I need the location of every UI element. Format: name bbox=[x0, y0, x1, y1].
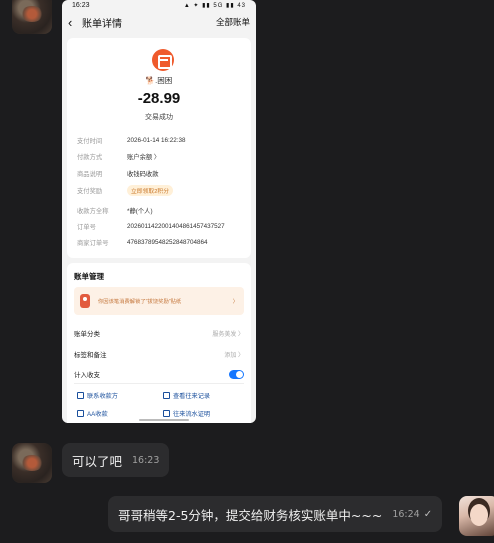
detail-key: 订单号 bbox=[77, 223, 96, 231]
contact-payee-action: 联系收款方 bbox=[77, 391, 118, 400]
detail-value: 2026-01-14 16:22:38 bbox=[127, 136, 186, 144]
count-in-budget-row: 计入收支 bbox=[74, 368, 244, 380]
detail-row: 支付时间 2026-01-14 16:22:38 bbox=[77, 135, 245, 145]
count-in-budget-toggle bbox=[229, 369, 244, 379]
row-value: 服务美发 〉 bbox=[212, 331, 244, 338]
transaction-card: 🐕.困困 -28.99 交易成功 支付时间 2026-01-14 16:22:3… bbox=[67, 38, 251, 258]
detail-value: 收钱码收款 bbox=[127, 170, 159, 178]
document-icon bbox=[163, 410, 170, 417]
status-icons: ▲ ✦ ▮▮ 5G ▮▮ 43 bbox=[183, 2, 246, 9]
action-label: 联系收款方 bbox=[87, 393, 118, 400]
message-text: 哥哥稍等2-5分钟，提交给财务核实账单中~~~ bbox=[118, 507, 383, 523]
all-bills-link: 全部账单 bbox=[215, 17, 250, 27]
detail-row: 订单号 20260114220014048614574375​27 bbox=[77, 221, 245, 231]
detail-row: 付款方式 账户余额 〉 bbox=[77, 151, 245, 161]
phone-nav-bar: ‹ 账单详情 全部账单 bbox=[62, 10, 256, 34]
detail-row: 商家订单号 4768378954825284870486​4 bbox=[77, 237, 245, 247]
action-label: 查看往来记录 bbox=[173, 393, 211, 400]
detail-row: 收款方全称 *静(个人) bbox=[77, 205, 245, 215]
sticker-banner: 你因该笔消费解锁了"拔饶奖励"贴纸 〉 bbox=[74, 287, 244, 315]
merchant-logo-icon bbox=[152, 49, 174, 71]
detail-row: 支付奖励 立即领取2积分 bbox=[77, 184, 245, 196]
chevron-right-icon: 〉 bbox=[232, 299, 238, 305]
transaction-status: 交易成功 bbox=[145, 114, 173, 121]
detail-row: 商品说明 收钱码收款 bbox=[77, 168, 245, 178]
action-label: AA收款 bbox=[87, 411, 108, 418]
transaction-amount: -28.99 bbox=[137, 90, 181, 107]
tags-notes-row: 标签和备注 添加 〉 bbox=[74, 348, 244, 360]
detail-key: 付款方式 bbox=[77, 153, 103, 161]
bill-management-title: 账单管理 bbox=[74, 272, 104, 281]
statement-proof-action: 往来流水证明 bbox=[163, 409, 210, 418]
home-indicator bbox=[139, 419, 189, 421]
banner-text: 你因该笔消费解锁了"拔饶奖励"贴纸 bbox=[98, 299, 182, 305]
outgoing-message-bubble[interactable]: 哥哥稍等2-5分钟，提交给财务核实账单中~~~ 16:24 ✓ bbox=[108, 496, 443, 532]
message-time: 16:23 bbox=[132, 454, 160, 466]
bill-management-card: 账单管理 你因该笔消费解锁了"拔饶奖励"贴纸 〉 账单分类 服务美发 〉 标签和… bbox=[67, 263, 251, 423]
aa-icon bbox=[77, 410, 84, 417]
incoming-message-bubble[interactable]: 可以了吧 16:23 bbox=[62, 443, 170, 477]
gift-icon bbox=[80, 294, 90, 308]
image-message[interactable]: 16:23 ▲ ✦ ▮▮ 5G ▮▮ 43 ‹ 账单详情 全部账单 🐕.困困 -… bbox=[62, 0, 256, 423]
detail-value: 4768378954825284870486​4 bbox=[127, 238, 208, 246]
phone-status-bar: 16:23 ▲ ✦ ▮▮ 5G ▮▮ 43 bbox=[62, 0, 256, 10]
detail-key: 支付时间 bbox=[77, 137, 103, 145]
detail-value: 20260114220014048614574375​27 bbox=[127, 222, 225, 230]
detail-value: *静(个人) bbox=[127, 207, 153, 215]
status-time: 16:23 bbox=[72, 1, 90, 9]
message-time: 16:24 bbox=[392, 508, 420, 520]
row-label: 计入收支 bbox=[74, 372, 100, 379]
view-history-action: 查看往来记录 bbox=[163, 391, 210, 400]
detail-key: 收款方全称 bbox=[77, 207, 109, 215]
back-arrow-icon: ‹ bbox=[68, 14, 73, 30]
my-avatar[interactable] bbox=[459, 496, 494, 536]
bill-category-row: 账单分类 服务美发 〉 bbox=[74, 327, 244, 339]
detail-value: 账户余额 〉 bbox=[127, 153, 161, 161]
bill-detail-title: 账单详情 bbox=[82, 18, 122, 30]
message-text: 可以了吧 bbox=[72, 453, 123, 469]
row-label: 账单分类 bbox=[74, 331, 100, 338]
history-icon bbox=[163, 392, 170, 399]
contact-icon bbox=[77, 392, 84, 399]
detail-key: 商家订单号 bbox=[77, 239, 109, 247]
divider bbox=[74, 383, 244, 384]
sender-avatar[interactable] bbox=[12, 443, 52, 483]
row-value: 添加 〉 bbox=[224, 352, 244, 359]
sender-avatar[interactable] bbox=[12, 0, 52, 34]
detail-key: 商品说明 bbox=[77, 170, 103, 178]
merchant-name: 🐕.困困 bbox=[145, 76, 173, 85]
detail-key: 支付奖励 bbox=[77, 187, 103, 195]
action-label: 往来流水证明 bbox=[173, 411, 211, 418]
reward-pill: 立即领取2积分 bbox=[127, 184, 174, 196]
read-check-icon: ✓ bbox=[423, 508, 433, 520]
row-label: 标签和备注 bbox=[74, 352, 107, 359]
aa-collect-action: AA收款 bbox=[77, 409, 108, 418]
